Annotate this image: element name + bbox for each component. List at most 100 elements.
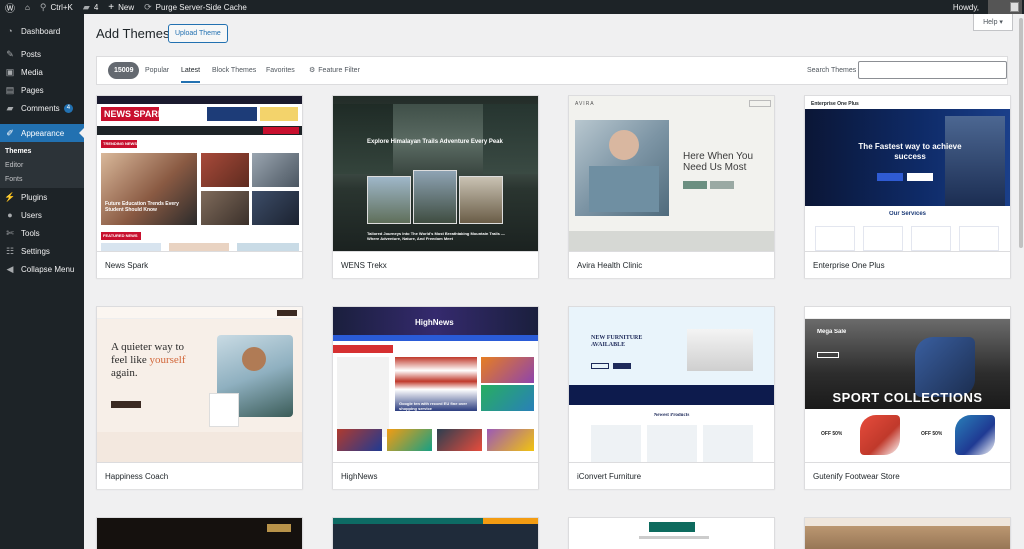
wens-headline: Explore Himalayan Trails Adventure Every… [367, 139, 503, 145]
purge-label: Purge Server-Side Cache [155, 2, 247, 12]
submenu-themes[interactable]: Themes [0, 144, 84, 158]
sidebar-item-label: Pages [21, 85, 44, 95]
sidebar-item-label: Settings [21, 246, 50, 256]
appearance-submenu: Themes Editor Fonts [0, 142, 84, 188]
feature-filter-button[interactable]: ⚙ Feature Filter [309, 57, 360, 84]
help-tab-button[interactable]: Help ▾ [973, 14, 1013, 31]
sidebar-item-settings[interactable]: ☷ Settings [0, 242, 84, 260]
sidebar-item-label: Comments [21, 103, 60, 113]
theme-screenshot[interactable]: AVIRA Here When You Need Us Most [569, 96, 774, 251]
purge-cache-link[interactable]: ⟳ Purge Server-Side Cache [139, 0, 252, 14]
sidebar-item-comments[interactable]: ▰ Comments 4 [0, 99, 84, 117]
wens-caption: Tailored Journeys Into The World's Most … [367, 231, 505, 241]
sidebar-item-users[interactable]: ● Users [0, 206, 84, 224]
sidebar-item-tools[interactable]: ✄ Tools [0, 224, 84, 242]
theme-name[interactable]: Gutenify Footwear Store [805, 462, 1010, 489]
plug-icon: ⚡ [4, 191, 16, 202]
sidebar-item-dashboard[interactable]: ◔ Dashboard [0, 22, 84, 40]
comment-icon: ▰ [82, 1, 90, 12]
command-palette-link[interactable]: ⚲ Ctrl+K [35, 0, 78, 14]
theme-card-avira-health-clinic[interactable]: AVIRA Here When You Need Us Most Avira H… [568, 95, 775, 278]
search-themes-input[interactable] [858, 61, 1007, 79]
news-spark-headline: Future Education Trends Every Student Sh… [105, 201, 179, 213]
howdy-link[interactable]: Howdy, [948, 0, 984, 14]
sidebar-item-label: Plugins [21, 192, 48, 202]
theme-screenshot[interactable]: Explore Himalayan Trails Adventure Every… [333, 96, 538, 251]
admin-bar: Ⓦ ⌂ ⚲ Ctrl+K ▰ 4 + New ⟳ Purge Server-Side C… [0, 0, 1024, 15]
submenu-editor[interactable]: Editor [0, 158, 84, 172]
gutenify-sale: Mega Sale [817, 329, 847, 335]
theme-card-row3-third[interactable] [568, 517, 775, 549]
theme-screenshot[interactable] [333, 518, 538, 549]
highnews-logo: HighNews [415, 318, 454, 327]
theme-screenshot[interactable]: NEWS SPARK TRENDING NEWS Future Educatio… [97, 96, 302, 251]
search-themes-label: Search Themes [807, 67, 857, 74]
sidebar-item-collapse[interactable]: ◀ Collapse Menu [0, 260, 84, 278]
submenu-fonts[interactable]: Fonts [0, 172, 84, 186]
theme-name[interactable]: News Spark [97, 251, 302, 278]
theme-card-enterprise-one-plus[interactable]: Enterprise One Plus The Fastest way to a… [804, 95, 1011, 278]
sidebar-item-label: Tools [21, 228, 40, 238]
theme-card-wens-trekx[interactable]: Explore Himalayan Trails Adventure Every… [332, 95, 539, 278]
highnews-caption: Google ten with record EU fine over shop… [399, 401, 468, 411]
theme-name[interactable]: WENS Trekx [333, 251, 538, 278]
theme-card-row3-fourth[interactable] [804, 517, 1011, 549]
enterprise-logo: Enterprise One Plus [811, 101, 859, 107]
theme-name[interactable]: Happiness Coach [97, 462, 302, 489]
theme-card-packers-movers[interactable] [332, 517, 539, 549]
page-title: Add Themes [96, 26, 170, 41]
brush-icon: ✐ [6, 127, 14, 138]
theme-screenshot[interactable]: HighNews Google ten with record EU fine … [333, 307, 538, 462]
new-content-link[interactable]: + New [103, 0, 139, 14]
tab-favorites[interactable]: Favorites [266, 57, 295, 84]
collapse-icon: ◀ [6, 263, 14, 274]
tab-popular[interactable]: Popular [145, 57, 169, 84]
theme-card-vesperia[interactable] [96, 517, 303, 549]
gear-icon: ⚙ [309, 67, 316, 74]
theme-screenshot[interactable]: Mega Sale SPORT COLLECTIONS OFF 50% OFF … [805, 307, 1010, 462]
site-home-icon[interactable]: ⌂ [20, 0, 35, 14]
theme-screenshot[interactable] [569, 518, 774, 549]
theme-filter-bar: 15009 Popular Latest Block Themes Favori… [96, 56, 1008, 85]
theme-card-happiness-coach[interactable]: A quieter way to feel like yourself agai… [96, 306, 303, 489]
theme-card-news-spark[interactable]: NEWS SPARK TRENDING NEWS Future Educatio… [96, 95, 303, 278]
trending-label: TRENDING NEWS [103, 141, 137, 146]
sidebar-item-posts[interactable]: ✎ Posts [0, 45, 84, 63]
gutenify-offer-1: OFF 50% [821, 431, 843, 437]
theme-card-gutenify-footwear-store[interactable]: Mega Sale SPORT COLLECTIONS OFF 50% OFF … [804, 306, 1011, 489]
theme-name[interactable]: Enterprise One Plus [805, 251, 1010, 278]
upload-theme-button[interactable]: Upload Theme [168, 24, 228, 43]
avatar[interactable] [988, 0, 1022, 14]
sidebar-item-pages[interactable]: ▤ Pages [0, 81, 84, 99]
comments-link[interactable]: ▰ 4 [78, 0, 103, 14]
sidebar-item-label: Media [21, 67, 43, 77]
sidebar-item-appearance[interactable]: ✐ Appearance [0, 124, 84, 142]
gutenify-headline: SPORT COLLECTIONS [832, 390, 983, 405]
comments-count: 4 [93, 2, 99, 12]
sidebar-item-media[interactable]: ▣ Media [0, 63, 84, 81]
theme-screenshot[interactable] [805, 518, 1010, 549]
theme-screenshot[interactable]: NEW FURNITURE AVAILABLE Newest Products [569, 307, 774, 462]
tab-latest[interactable]: Latest [181, 57, 201, 84]
theme-name[interactable]: HighNews [333, 462, 538, 489]
feature-filter-label: Feature Filter [318, 67, 360, 74]
shortcut-label: Ctrl+K [50, 2, 73, 12]
sidebar-item-label: Collapse Menu [21, 264, 75, 274]
new-label: New [118, 2, 135, 12]
wordpress-logo-icon[interactable]: Ⓦ [0, 0, 20, 15]
page-scrollbar[interactable] [1018, 14, 1024, 549]
tab-block-themes[interactable]: Block Themes [212, 57, 256, 84]
enterprise-headline: The Fastest way to achieve success [858, 142, 962, 161]
gutenify-offer-2: OFF 50% [921, 431, 943, 437]
settings-icon: ☷ [5, 245, 15, 256]
theme-screenshot[interactable]: A quieter way to feel like yourself agai… [97, 307, 302, 462]
sidebar-item-label: Posts [21, 49, 42, 59]
theme-screenshot[interactable]: Enterprise One Plus The Fastest way to a… [805, 96, 1010, 251]
theme-name[interactable]: iConvert Furniture [569, 462, 774, 489]
sidebar-item-plugins[interactable]: ⚡ Plugins [0, 188, 84, 206]
theme-card-highnews[interactable]: HighNews Google ten with record EU fine … [332, 306, 539, 489]
theme-name[interactable]: Avira Health Clinic [569, 251, 774, 278]
search-icon: ⚲ [39, 1, 47, 12]
theme-card-iconvert-furniture[interactable]: NEW FURNITURE AVAILABLE Newest Products … [568, 306, 775, 489]
theme-screenshot[interactable] [97, 518, 302, 549]
